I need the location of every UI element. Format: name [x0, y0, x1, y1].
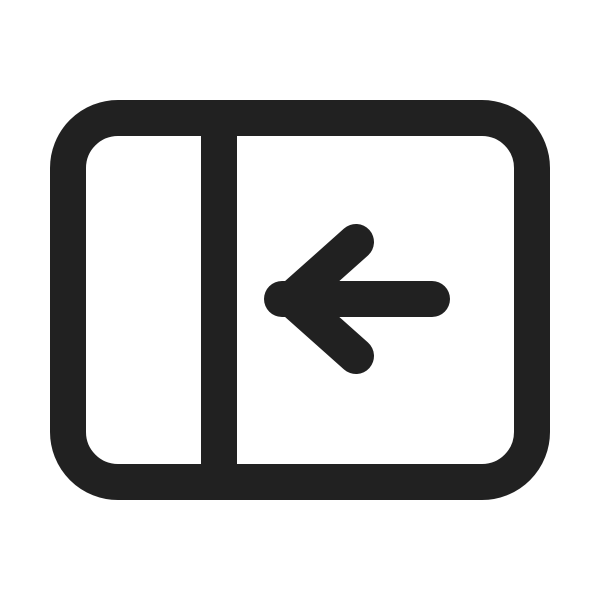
arrow-left-icon: [264, 224, 450, 374]
icon-canvas: [0, 0, 600, 600]
panel-left-collapse-icon: [0, 0, 600, 600]
panel-left-collapse-svg: [50, 100, 550, 500]
